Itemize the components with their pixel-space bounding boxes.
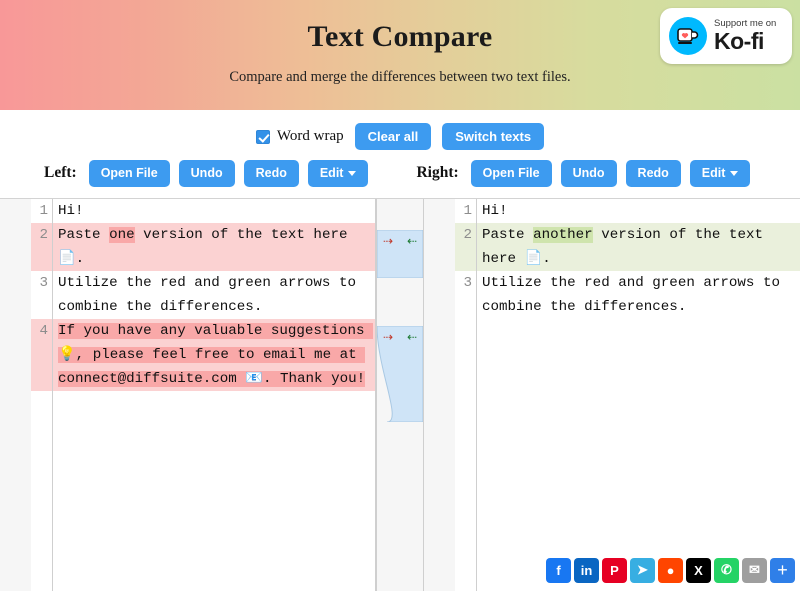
pane-toolbars: Left: Open File Undo Redo Edit Right: Op… xyxy=(0,150,800,198)
word-wrap-group: Word wrap xyxy=(255,128,344,145)
code-line[interactable]: Utilize the red and green arrows to comb… xyxy=(53,271,375,319)
linkedin-share-icon[interactable]: in xyxy=(574,557,599,583)
code-text: Hi! xyxy=(58,202,84,219)
right-redo-button[interactable]: Redo xyxy=(625,160,681,187)
line-number: 3 xyxy=(39,274,48,291)
added-word: another xyxy=(533,226,593,243)
left-pane-toolbar: Left: Open File Undo Redo Edit xyxy=(44,160,369,187)
code-line[interactable]: Paste one version of the text here 📄. xyxy=(53,222,375,271)
left-redo-button[interactable]: Redo xyxy=(243,160,299,187)
diff-connector[interactable]: ⇢ ⇠ xyxy=(377,325,423,422)
clear-all-button[interactable]: Clear all xyxy=(354,123,432,150)
code-text: Utilize the red and green arrows to comb… xyxy=(58,274,365,315)
diff-area: 1 2 3 4 Hi! Paste one version of the text he… xyxy=(0,197,800,591)
left-edit-label: Edit xyxy=(319,166,344,180)
share-share-icon[interactable]: + xyxy=(770,557,795,583)
left-pane-label: Left: xyxy=(44,164,77,182)
code-line[interactable]: Paste another version of the text here 📄… xyxy=(477,222,800,271)
word-wrap-checkbox[interactable] xyxy=(255,129,270,144)
left-open-file-button[interactable]: Open File xyxy=(88,160,170,187)
code-line[interactable]: Utilize the red and green arrows to comb… xyxy=(477,271,800,319)
code-text: Paste xyxy=(482,226,534,243)
code-text: Utilize the red and green arrows to comb… xyxy=(482,274,789,315)
line-number: 1 xyxy=(463,202,472,219)
kofi-brand-label: Ko-fi xyxy=(714,28,764,55)
right-editor-pane[interactable]: 1 2 3 Hi! Paste another version of the text… xyxy=(455,198,800,591)
deleted-word: one xyxy=(109,226,135,243)
code-line[interactable]: Hi! xyxy=(53,199,375,223)
diff-connector-gutter[interactable]: ⇢ ⇠ ⇢ ⇠ xyxy=(376,198,424,591)
whatsapp-share-icon[interactable]: ✆ xyxy=(714,557,739,583)
right-line-numbers: 1 2 3 xyxy=(455,198,477,591)
top-toolbar: Word wrap Clear all Switch texts xyxy=(0,110,800,150)
push-right-arrow-icon[interactable]: ⇢ xyxy=(383,331,393,343)
push-left-arrow-icon[interactable]: ⇠ xyxy=(407,331,417,343)
left-undo-button[interactable]: Undo xyxy=(178,160,235,187)
code-line[interactable]: Hi! xyxy=(477,199,800,223)
kofi-cup-icon xyxy=(669,17,707,55)
right-pane-toolbar: Right: Open File Undo Redo Edit xyxy=(416,160,751,187)
app-root: Text Compare Compare and merge the diffe… xyxy=(0,0,800,600)
push-left-arrow-icon[interactable]: ⇠ xyxy=(407,235,417,247)
code-text: Hi! xyxy=(482,202,508,219)
right-text-content[interactable]: Hi! Paste another version of the text her… xyxy=(477,198,800,591)
left-line-numbers: 1 2 3 4 xyxy=(31,198,53,591)
right-undo-button[interactable]: Undo xyxy=(560,160,617,187)
push-right-arrow-icon[interactable]: ⇢ xyxy=(383,235,393,247)
line-number: 4 xyxy=(31,318,52,391)
email-share-icon[interactable]: ✉ xyxy=(742,557,767,583)
left-editor-pane[interactable]: 1 2 3 4 Hi! Paste one version of the text he… xyxy=(31,198,376,591)
right-edit-menu-button[interactable]: Edit xyxy=(689,160,751,187)
left-edit-menu-button[interactable]: Edit xyxy=(307,160,369,187)
x-share-icon[interactable]: X xyxy=(686,557,711,583)
pinterest-share-icon[interactable]: P xyxy=(602,557,627,583)
line-number: 1 xyxy=(39,202,48,219)
telegram-share-icon[interactable]: ➤ xyxy=(630,557,655,583)
right-open-file-button[interactable]: Open File xyxy=(470,160,552,187)
page-header: Text Compare Compare and merge the diffe… xyxy=(0,0,800,110)
kofi-support-label: Support me on xyxy=(714,17,777,29)
line-number: 2 xyxy=(455,222,476,271)
right-edit-label: Edit xyxy=(701,166,726,180)
diff-connector[interactable]: ⇢ ⇠ xyxy=(377,229,423,278)
kofi-badge[interactable]: Support me on Ko-fi xyxy=(660,8,792,64)
code-text: Paste xyxy=(58,226,110,243)
chevron-down-icon xyxy=(730,171,739,177)
code-line[interactable]: If you have any valuable suggestions 💡, … xyxy=(53,318,375,391)
reddit-share-icon[interactable]: ● xyxy=(658,557,683,583)
share-bar: f in P ➤ ● X ✆ ✉ + xyxy=(546,557,795,583)
right-pane-label: Right: xyxy=(416,164,459,182)
switch-texts-button[interactable]: Switch texts xyxy=(442,123,545,150)
line-number: 3 xyxy=(463,274,472,291)
left-text-content[interactable]: Hi! Paste one version of the text here 📄.… xyxy=(53,198,375,591)
facebook-share-icon[interactable]: f xyxy=(546,557,571,583)
deleted-word: If you have any valuable suggestions 💡, … xyxy=(58,322,374,387)
word-wrap-label: Word wrap xyxy=(276,128,344,144)
kofi-text: Support me on Ko-fi xyxy=(714,19,776,54)
page-body: Word wrap Clear all Switch texts Left: O… xyxy=(0,110,800,591)
page-subtitle: Compare and merge the differences betwee… xyxy=(229,69,571,85)
line-number: 2 xyxy=(31,222,52,271)
page-title: Text Compare xyxy=(307,20,493,53)
chevron-down-icon xyxy=(348,171,357,177)
